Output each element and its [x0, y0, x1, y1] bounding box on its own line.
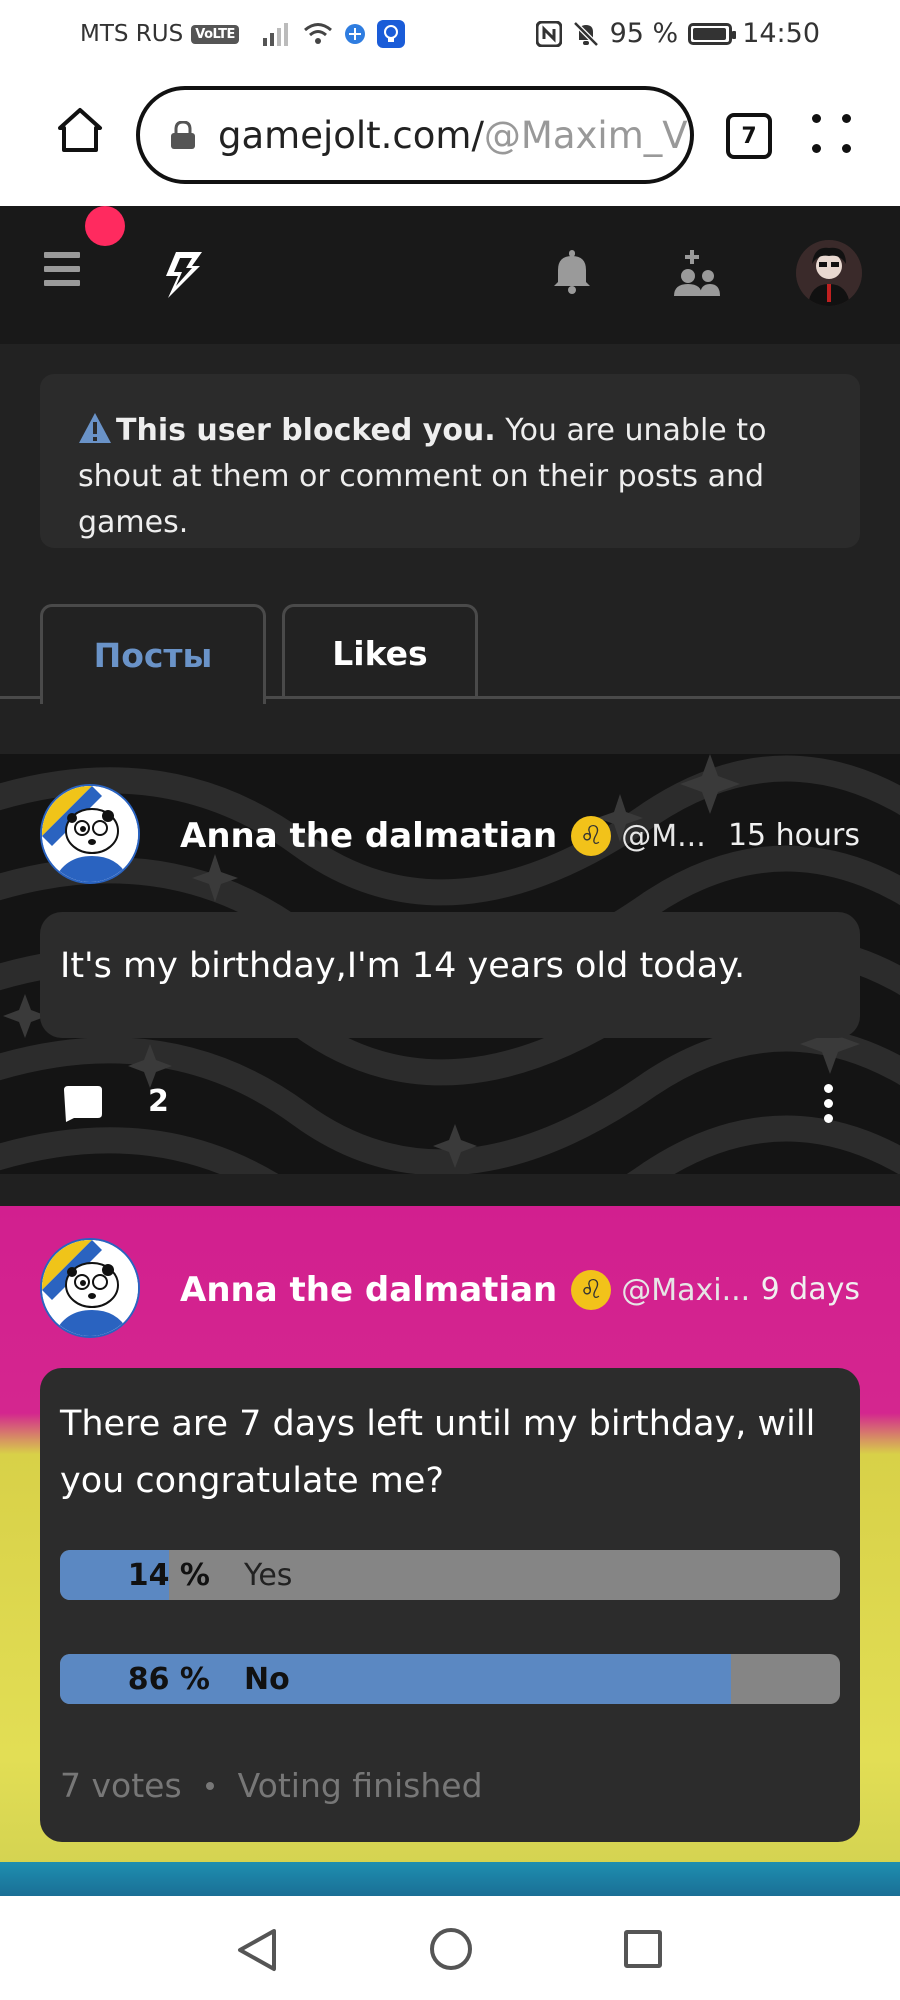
blocked-notice: This user blocked you. You are unable to… — [40, 374, 860, 548]
hamburger-menu-icon[interactable] — [44, 252, 80, 286]
signal-icon — [262, 23, 288, 46]
battery-percent: 95 % — [609, 18, 679, 49]
poll-percent: 14 % — [127, 1558, 210, 1593]
leo-sign-icon: ♌ — [571, 816, 612, 856]
status-left: MTS RUS VoLTE — [80, 20, 405, 48]
poll-percent: 86 % — [127, 1662, 210, 1697]
recent-apps-icon[interactable] — [624, 1930, 662, 1968]
lightbulb-app-icon — [376, 20, 405, 48]
notice-title: This user blocked you. — [116, 413, 496, 448]
next-post-peek — [0, 1862, 900, 1896]
post-time[interactable]: 9 days — [761, 1272, 860, 1307]
poll-option-no[interactable]: 86 % No — [60, 1654, 840, 1704]
post-body[interactable]: It's my birthday,I'm 14 years old today. — [40, 912, 860, 1038]
tab-switcher-button[interactable]: 7 — [726, 113, 772, 159]
back-icon[interactable] — [236, 1928, 278, 1972]
nfc-icon — [535, 20, 562, 47]
author-name: Anna the dalmatian — [180, 1270, 558, 1310]
lock-icon — [171, 121, 195, 149]
poll-option-yes[interactable]: 14 % Yes — [60, 1550, 840, 1600]
browser-toolbar: gamejolt.com/@Maxim_V 7 — [0, 66, 900, 206]
tab-likes[interactable]: Likes — [282, 604, 478, 699]
url-domain: gamejolt.com/ — [218, 113, 484, 157]
home-icon[interactable] — [56, 106, 104, 154]
post-card: Anna the dalmatian ♌ @Maxi... 9 days The… — [0, 1206, 900, 1896]
clock: 14:50 — [742, 18, 820, 49]
vpn-icon — [344, 24, 365, 44]
post-author-avatar[interactable] — [40, 784, 140, 884]
mute-icon — [572, 20, 599, 47]
author-handle: @Maxi... — [621, 1272, 751, 1308]
system-nav-bar — [0, 1896, 900, 2000]
post-time[interactable]: 15 hours — [728, 818, 860, 853]
url-path: @Maxim_V — [483, 113, 688, 157]
poll-post-body: There are 7 days left until my birthday,… — [40, 1368, 860, 1842]
user-avatar[interactable] — [796, 240, 862, 306]
status-right: 95 % 14:50 — [535, 18, 820, 49]
poll-status: Voting finished — [237, 1766, 483, 1805]
carrier-label: MTS RUS — [80, 21, 184, 47]
gamejolt-logo-icon[interactable] — [158, 250, 206, 300]
more-options-icon[interactable] — [824, 1084, 834, 1124]
wifi-icon — [303, 23, 332, 44]
post-text: There are 7 days left until my birthday,… — [60, 1404, 816, 1501]
home-circle-icon[interactable] — [430, 1928, 472, 1970]
friends-icon[interactable] — [672, 250, 720, 296]
tab-posts[interactable]: Посты — [40, 604, 266, 704]
post-author-avatar[interactable] — [40, 1238, 140, 1338]
separator-dot — [205, 1781, 214, 1790]
site-header — [0, 206, 900, 344]
poll-label: Yes — [244, 1558, 293, 1593]
post-card: Anna the dalmatian ♌ @M... 15 hours It's… — [0, 754, 900, 1174]
browser-menu-button[interactable] — [812, 114, 852, 154]
volte-badge: VoLTE — [191, 24, 239, 44]
leo-sign-icon: ♌ — [571, 1270, 612, 1310]
post-author[interactable]: Anna the dalmatian ♌ @M... — [180, 816, 706, 856]
author-handle: @M... — [621, 818, 706, 854]
bell-icon[interactable] — [552, 250, 592, 294]
warning-icon — [79, 413, 111, 443]
author-name: Anna the dalmatian — [180, 816, 558, 856]
battery-icon — [688, 22, 737, 45]
poll-votes: 7 votes — [60, 1766, 182, 1805]
comment-icon[interactable] — [64, 1086, 102, 1122]
address-bar[interactable]: gamejolt.com/@Maxim_V — [136, 86, 694, 184]
status-bar: MTS RUS VoLTE 95 % 14:50 — [0, 0, 900, 66]
poll-label: No — [244, 1662, 290, 1697]
notification-dot — [85, 206, 125, 246]
poll-footer: 7 votes Voting finished — [60, 1766, 483, 1805]
post-text: It's my birthday,I'm 14 years old today. — [60, 946, 746, 986]
comment-count[interactable]: 2 — [148, 1084, 169, 1119]
post-author[interactable]: Anna the dalmatian ♌ @Maxi... — [180, 1270, 750, 1310]
